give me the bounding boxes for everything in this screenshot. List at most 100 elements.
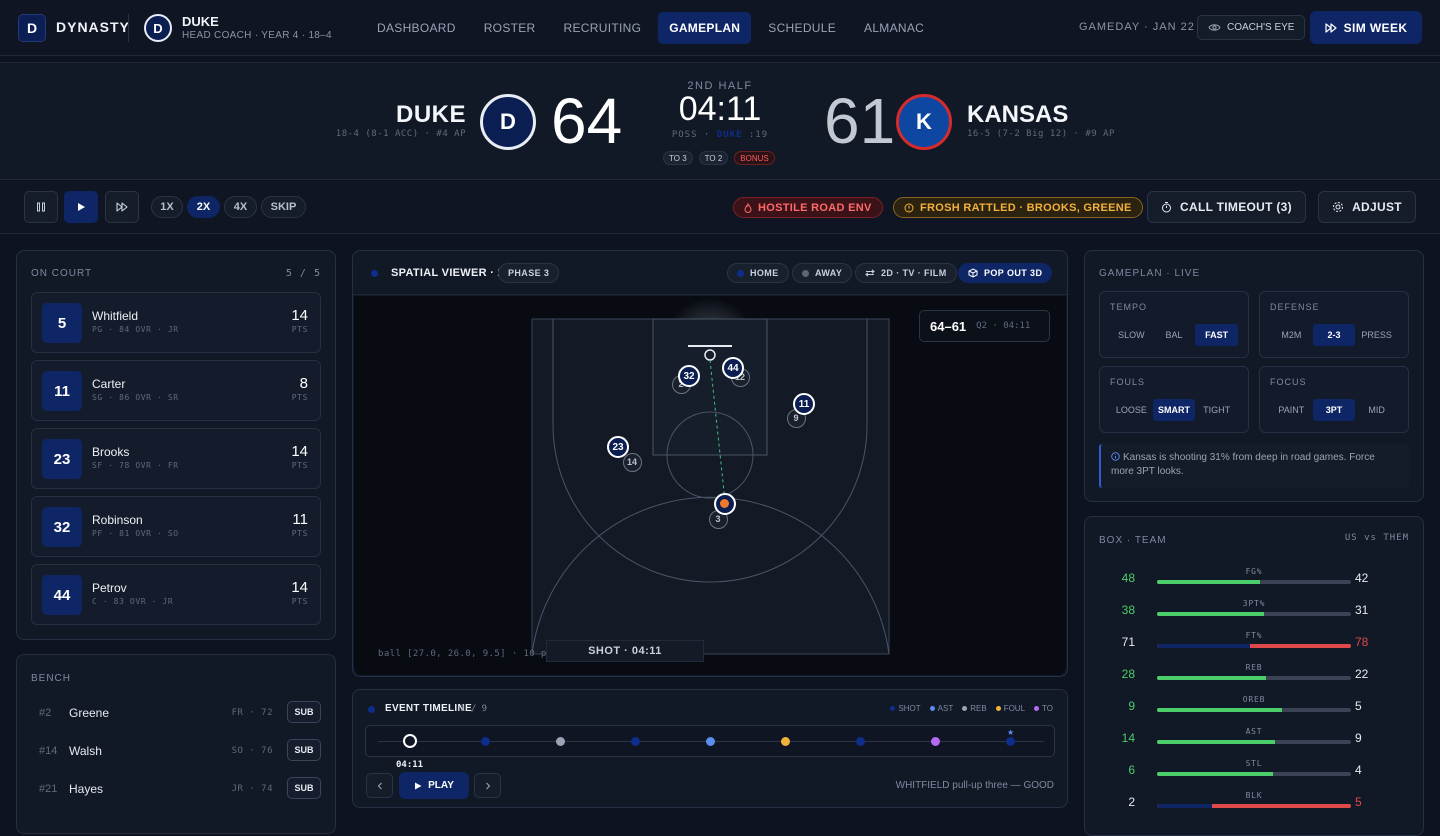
play-icon — [78, 203, 85, 211]
box-stat-bar — [1157, 772, 1351, 776]
timeline-event-foul[interactable] — [781, 737, 790, 746]
tab-schedule[interactable]: SCHEDULE — [757, 12, 847, 44]
player-name: Robinson — [92, 513, 143, 527]
timeline-event-to[interactable] — [931, 737, 940, 746]
sim-week-button[interactable]: SIM WEEK — [1310, 11, 1422, 44]
bench-name: Hayes — [69, 782, 104, 796]
timeline-event-shot[interactable] — [481, 737, 490, 746]
box-us-value: 9 — [1128, 699, 1135, 713]
fast-forward-icon — [116, 202, 128, 212]
away-color-icon — [802, 269, 809, 277]
box-them-value: 78 — [1355, 635, 1369, 649]
basketball-icon — [720, 499, 729, 508]
timeline-event-star[interactable]: ★ — [1006, 728, 1015, 746]
possession-label: POSS · — [671, 130, 711, 140]
speed-skip[interactable]: SKIP — [261, 196, 306, 218]
legend-ast: AST — [929, 704, 953, 713]
sub-button[interactable]: SUB — [287, 777, 321, 799]
box-stat-row: 9 OREB 5 — [1099, 695, 1409, 727]
speed-4x[interactable]: 4X — [224, 196, 257, 218]
tab-dashboard[interactable]: DASHBOARD — [366, 12, 467, 44]
mini-score-value: 64–61 — [930, 318, 967, 334]
tempo-fast[interactable]: FAST — [1195, 324, 1239, 346]
timeline-event-shot[interactable] — [631, 737, 640, 746]
speed-2x[interactable]: 2X — [187, 196, 220, 218]
player-card[interactable]: 32 Robinson PF · 81 OVR · SO 11 PTS — [31, 496, 321, 557]
view-mode-toggle[interactable]: 2D · TV · FILM — [855, 263, 957, 283]
team-avatar[interactable]: D — [144, 14, 172, 42]
play-button[interactable] — [64, 191, 98, 223]
player-card[interactable]: 5 Whitfield PG · 84 OVR · JR 14 PTS — [31, 292, 321, 353]
jersey-number: 44 — [42, 575, 82, 615]
timeline-event-reb[interactable] — [556, 737, 565, 746]
bench-name: Walsh — [69, 744, 102, 758]
divider — [128, 14, 129, 42]
focus-3pt[interactable]: 3PT — [1312, 399, 1356, 421]
fouls-loose[interactable]: LOOSE — [1110, 399, 1153, 421]
fast-forward-button[interactable] — [105, 191, 139, 223]
away-player-marker[interactable]: 14 — [622, 452, 642, 472]
timeline-event-shot[interactable] — [856, 737, 865, 746]
defense-press[interactable]: PRESS — [1355, 324, 1398, 346]
app-logo[interactable]: D — [18, 14, 46, 42]
info-icon — [1111, 452, 1120, 461]
sub-button[interactable]: SUB — [287, 739, 321, 761]
coaches-eye-button[interactable]: COACH'S EYE — [1197, 15, 1306, 40]
home-player-marker[interactable]: 11 — [793, 393, 815, 415]
tab-almanac[interactable]: ALMANAC — [853, 12, 935, 44]
pause-button[interactable] — [24, 191, 58, 223]
mini-scoreboard: 64–61 Q2 · 04:11 — [919, 310, 1050, 342]
shot-event-label: SHOT · 04:11 — [546, 640, 704, 662]
tempo-bal[interactable]: BAL — [1153, 324, 1196, 346]
away-filter-toggle[interactable]: AWAY — [792, 263, 853, 283]
focus-mid[interactable]: MID — [1355, 399, 1398, 421]
timeline-event-shot[interactable] — [403, 734, 417, 748]
pop-out-3d-button[interactable]: POP OUT 3D — [958, 263, 1053, 283]
player-card[interactable]: 11 Carter SG · 86 OVR · SR 8 PTS — [31, 360, 321, 421]
fouls-options: LOOSE SMART TIGHT — [1110, 399, 1238, 421]
home-filter-toggle[interactable]: HOME — [727, 263, 789, 283]
call-timeout-button[interactable]: CALL TIMEOUT (3) — [1147, 191, 1306, 223]
next-event-button[interactable] — [474, 773, 501, 798]
player-card[interactable]: 23 Brooks SF · 78 OVR · FR 14 PTS — [31, 428, 321, 489]
tab-recruiting[interactable]: RECRUITING — [553, 12, 653, 44]
timeline-play-button[interactable]: PLAY — [399, 772, 469, 799]
status-dot-icon — [371, 270, 378, 277]
court-view[interactable]: 212914332441123 64–61 Q2 · 04:11 ball [2… — [354, 296, 1066, 675]
home-player-marker[interactable]: 44 — [722, 357, 744, 379]
box-us-value: 71 — [1121, 635, 1135, 649]
frosh-rattled-badge: FROSH RATTLED · BROOKS, GREENE — [893, 197, 1143, 218]
shot-clock: :19 — [748, 130, 769, 140]
possession-team: DUKE — [716, 130, 743, 140]
box-stat-fill — [1157, 612, 1264, 616]
prev-event-button[interactable] — [366, 773, 393, 798]
points-label: PTS — [291, 529, 308, 538]
tempo-control: TEMPO SLOW BAL FAST — [1099, 291, 1249, 358]
home-player-marker[interactable]: 23 — [607, 436, 629, 458]
tab-roster[interactable]: ROSTER — [473, 12, 547, 44]
speed-1x[interactable]: 1X — [151, 196, 183, 218]
box-them-value: 9 — [1355, 731, 1362, 745]
home-player-marker[interactable]: 32 — [678, 365, 700, 387]
defense-m2m[interactable]: M2M — [1270, 324, 1313, 346]
player-card[interactable]: 44 Petrov C · 83 OVR · JR 14 PTS — [31, 564, 321, 625]
defense-2-3[interactable]: 2-3 — [1312, 324, 1356, 346]
box-stat-label: STL — [1245, 759, 1263, 768]
bench-number: #14 — [39, 745, 58, 757]
fouls-tight[interactable]: TIGHT — [1195, 399, 1238, 421]
pop-out-label: POP OUT 3D — [984, 268, 1043, 278]
sub-button[interactable]: SUB — [287, 701, 321, 723]
focus-paint[interactable]: PAINT — [1270, 399, 1313, 421]
tempo-slow[interactable]: SLOW — [1110, 324, 1153, 346]
tab-gameplan[interactable]: GAMEPLAN — [658, 12, 752, 44]
timeline-track[interactable]: ★ — [365, 725, 1055, 757]
bench-number: #2 — [39, 707, 52, 719]
box-stat-row: 14 AST 9 — [1099, 727, 1409, 759]
box-stat-row: 48 FG% 42 — [1099, 567, 1409, 599]
adjust-button[interactable]: ADJUST — [1318, 191, 1416, 223]
flame-icon — [744, 202, 752, 213]
timeline-event-ast[interactable] — [706, 737, 715, 746]
box-us-value: 6 — [1128, 763, 1135, 777]
fouls-smart[interactable]: SMART — [1152, 399, 1196, 421]
box-stat-fill — [1157, 804, 1213, 808]
